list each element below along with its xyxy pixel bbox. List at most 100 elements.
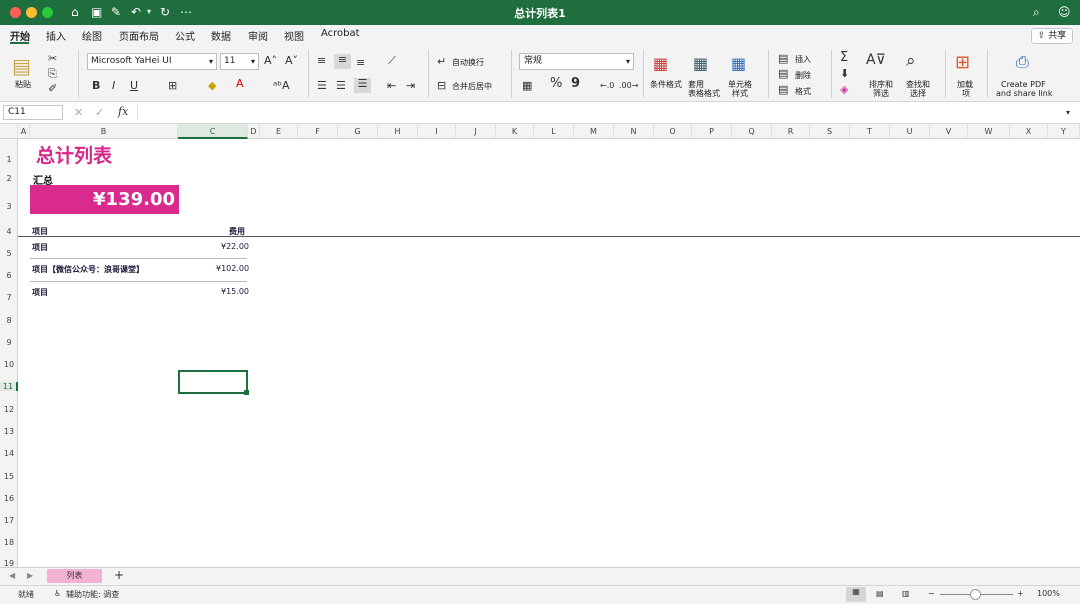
zoom-out-icon[interactable]: − — [928, 589, 935, 598]
item-cost[interactable]: ¥15.00 — [221, 287, 249, 296]
align-middle-icon[interactable]: ≡ — [334, 54, 351, 69]
tab-acrobat[interactable]: Acrobat — [321, 28, 360, 39]
row-header[interactable]: 14 — [0, 449, 18, 458]
increase-font-icon[interactable]: A˄ — [264, 55, 277, 67]
tab-review[interactable]: 审阅 — [248, 28, 268, 43]
phonetic-icon[interactable]: ᵃᵇA — [273, 80, 290, 92]
column-header[interactable]: R — [772, 124, 810, 139]
row-header[interactable]: 15 — [0, 472, 18, 481]
wrap-text-button[interactable]: 自动换行 — [452, 58, 484, 67]
tab-data[interactable]: 数据 — [211, 28, 231, 43]
table-format-icon[interactable]: ▦ — [693, 55, 708, 73]
column-header[interactable]: K — [496, 124, 534, 139]
cell-style-label-2[interactable]: 样式 — [732, 89, 748, 98]
orientation-icon[interactable]: ⟋ — [388, 55, 396, 67]
align-right-icon[interactable]: ☰ — [354, 78, 371, 93]
column-header[interactable]: U — [890, 124, 930, 139]
formula-input[interactable] — [137, 105, 1067, 120]
column-header[interactable]: F — [298, 124, 338, 139]
zoom-slider-thumb[interactable] — [970, 589, 981, 600]
font-size-select[interactable]: 11 ▾ — [220, 53, 259, 70]
align-left-icon[interactable]: ☰ — [317, 80, 327, 92]
cut-icon[interactable]: ✂ — [48, 53, 57, 65]
insert-cells-icon[interactable]: ▤ — [778, 53, 788, 65]
column-header[interactable]: G — [338, 124, 378, 139]
row-header[interactable]: 4 — [0, 227, 18, 236]
conditional-format-button[interactable]: 条件格式 — [650, 80, 682, 89]
tab-home[interactable]: 开始 — [10, 28, 30, 43]
create-pdf-label-2[interactable]: and share link — [996, 89, 1052, 98]
column-header[interactable]: D — [248, 124, 260, 139]
sort-filter-icon[interactable]: A⊽ — [866, 53, 886, 67]
zoom-level[interactable]: 100% — [1037, 589, 1060, 598]
format-painter-icon[interactable]: ✐ — [48, 83, 57, 95]
column-header[interactable]: N — [614, 124, 654, 139]
tab-insert[interactable]: 插入 — [46, 28, 66, 43]
prev-sheet-icon[interactable]: ◀ — [9, 570, 15, 582]
item-name[interactable]: 项目 — [32, 287, 48, 298]
fx-icon[interactable]: fx — [118, 106, 128, 118]
decrease-decimal-icon[interactable]: .00→ — [619, 80, 638, 92]
column-header[interactable]: Q — [732, 124, 772, 139]
create-pdf-icon[interactable]: ⎙ — [1016, 53, 1029, 71]
tab-page-layout[interactable]: 页面布局 — [119, 28, 159, 43]
row-header[interactable]: 5 — [0, 249, 18, 258]
paste-label[interactable]: 粘贴 — [15, 80, 31, 89]
underline-button[interactable]: U — [130, 80, 138, 92]
column-header[interactable]: W — [968, 124, 1010, 139]
accessibility-status[interactable]: 辅助功能: 调查 — [66, 589, 119, 600]
normal-view-icon[interactable]: ▦ — [846, 587, 866, 602]
clear-icon[interactable]: ◈ — [840, 84, 848, 96]
row-header[interactable]: 7 — [0, 293, 18, 302]
accessibility-icon[interactable]: ♿ — [54, 589, 61, 598]
row-header[interactable]: 3 — [0, 202, 18, 211]
addins-label-1[interactable]: 加载 — [957, 80, 973, 89]
cell-style-label-1[interactable]: 单元格 — [728, 80, 752, 89]
increase-indent-icon[interactable]: ⇥ — [406, 80, 415, 92]
format-cells-icon[interactable]: ▤ — [778, 84, 788, 96]
expand-formula-icon[interactable]: ▾ — [1066, 107, 1070, 119]
next-sheet-icon[interactable]: ▶ — [27, 570, 33, 582]
confirm-icon[interactable]: ✓ — [95, 107, 104, 119]
row-header[interactable]: 13 — [0, 427, 18, 436]
column-header[interactable]: V — [930, 124, 968, 139]
comma-button[interactable]: 9 — [571, 77, 580, 90]
merge-center-button[interactable]: 合并后居中 — [452, 82, 492, 91]
merge-center-icon[interactable]: ⊟ — [437, 80, 446, 92]
align-bottom-icon[interactable]: ≡ — [356, 57, 365, 69]
column-header[interactable]: X — [1010, 124, 1048, 139]
column-header[interactable]: L — [534, 124, 574, 139]
column-header[interactable]: S — [810, 124, 850, 139]
row-header[interactable]: 10 — [0, 360, 18, 369]
column-header[interactable]: O — [654, 124, 692, 139]
tab-draw[interactable]: 绘图 — [82, 28, 102, 43]
row-header[interactable]: 18 — [0, 538, 18, 547]
wrap-text-icon[interactable]: ↵ — [437, 56, 446, 68]
search-icon[interactable]: ⌕ — [1033, 4, 1040, 20]
insert-cells-button[interactable]: 插入 — [795, 55, 811, 64]
copy-icon[interactable]: ⎘ — [48, 68, 57, 80]
column-header[interactable]: I — [418, 124, 456, 139]
page-layout-view-icon[interactable]: ▤ — [876, 589, 884, 598]
find-select-icon[interactable]: ⌕ — [906, 52, 916, 70]
delete-cells-icon[interactable]: ▤ — [778, 68, 788, 80]
italic-button[interactable]: I — [112, 80, 115, 92]
row-header[interactable]: 12 — [0, 405, 18, 414]
find-select-label-1[interactable]: 查找和 — [906, 80, 930, 89]
align-top-icon[interactable]: ≡ — [317, 55, 326, 67]
fill-handle[interactable] — [244, 390, 249, 395]
column-header[interactable]: J — [456, 124, 496, 139]
format-cells-button[interactable]: 格式 — [795, 87, 811, 96]
share-button[interactable]: ⇪ 共享 — [1031, 28, 1073, 44]
font-name-select[interactable]: Microsoft YaHei UI ▾ — [87, 53, 217, 70]
column-header[interactable]: T — [850, 124, 890, 139]
column-header[interactable]: B — [30, 124, 178, 139]
select-all-corner[interactable] — [0, 124, 18, 139]
fill-color-icon[interactable]: ◆ — [208, 80, 216, 92]
name-box[interactable]: C11 — [3, 105, 63, 120]
table-format-label-2[interactable]: 表格格式 — [688, 89, 720, 98]
item-cost[interactable]: ¥22.00 — [221, 242, 249, 251]
item-cost[interactable]: ¥102.00 — [216, 264, 249, 273]
cancel-icon[interactable]: ✕ — [74, 107, 83, 119]
align-center-icon[interactable]: ☰ — [336, 80, 346, 92]
